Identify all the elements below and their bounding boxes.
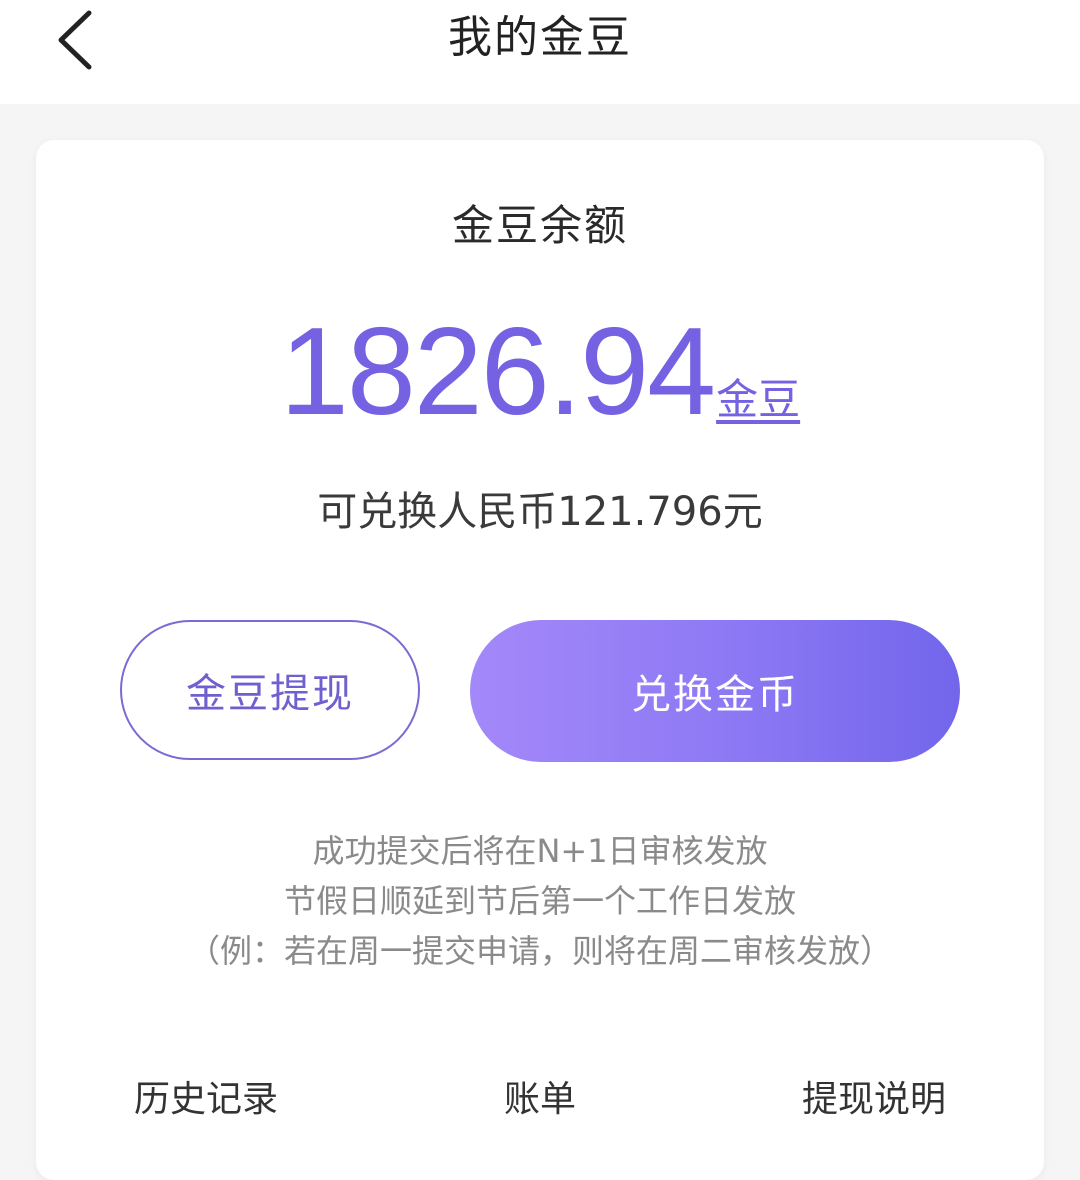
balance-label: 金豆余额 [451, 201, 628, 250]
bottom-links: 历史记录 账单 提现说明 [36, 1070, 1044, 1130]
note-line: （例：若在周一提交申请，则将在周二审核发放） [187, 932, 892, 970]
balance-amount: 1826.94 [279, 303, 716, 441]
note-line: 节假日顺延到节后第一个工作日发放 [283, 882, 796, 920]
balance-amount-row: 1826.94金豆 [36, 310, 1044, 434]
page-title: 我的金豆 [448, 12, 632, 63]
top-bar: 我的金豆 [0, 0, 1080, 104]
rmb-equivalent: 可兑换人民币121.796元 [317, 489, 763, 535]
note-line: 成功提交后将在N+1日审核发放 [312, 832, 768, 870]
withdraw-button[interactable]: 金豆提现 [120, 620, 420, 760]
balance-card: 金豆余额 1826.94金豆 可兑换人民币121.796元 金豆提现 兑换金币 … [36, 140, 1044, 1180]
withdraw-explain-link[interactable]: 提现说明 [802, 1070, 946, 1130]
exchange-coins-button[interactable]: 兑换金币 [470, 620, 960, 762]
balance-unit-link[interactable]: 金豆 [716, 375, 800, 424]
withdraw-notes: 成功提交后将在N+1日审核发放 节假日顺延到节后第一个工作日发放 （例：若在周一… [36, 826, 1044, 976]
